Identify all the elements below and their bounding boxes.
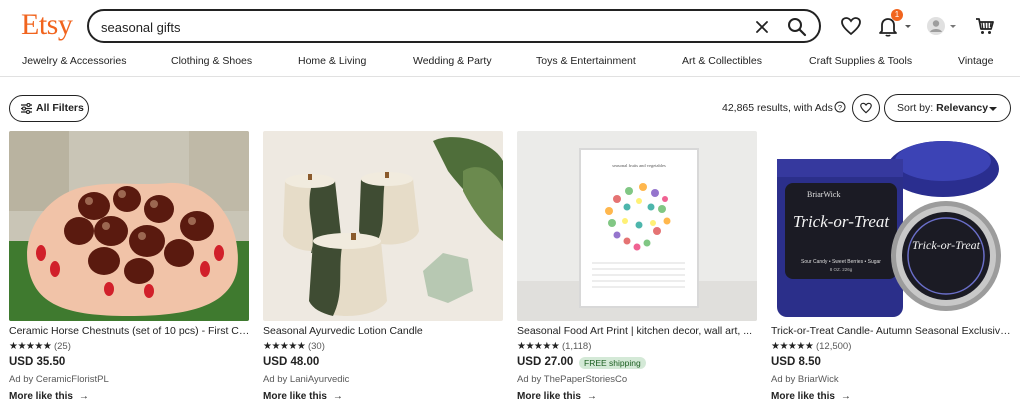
product-seller[interactable]: Ad by BriarWick (771, 374, 839, 385)
results-count: 42,865 results, with Ads (722, 102, 833, 114)
category-jewelry[interactable]: Jewelry & Accessories (22, 55, 126, 67)
all-filters-label: All Filters (36, 102, 84, 114)
product-rating: ★★★★★ (30) (263, 341, 325, 352)
product-title[interactable]: Trick-or-Treat Candle- Autumn Seasonal E… (771, 325, 1013, 337)
review-count: (12,500) (815, 341, 852, 352)
category-home[interactable]: Home & Living (298, 55, 366, 67)
arrow-right-icon: → (332, 391, 343, 402)
chevron-down-icon (905, 25, 911, 28)
candle-desc: Sour Candy • Sweet Berries • Sugar (801, 259, 881, 265)
more-like-this-link[interactable]: More like this → (771, 391, 851, 402)
heart-icon[interactable] (839, 14, 863, 38)
print-header: seasonal fruits and vegetables (612, 163, 666, 168)
tin-title: Trick-or-Treat (912, 238, 981, 252)
star-rating-icon: ★★★★★ (9, 341, 52, 352)
product-rating: ★★★★★ (12,500) (771, 341, 851, 352)
product-card[interactable]: Seasonal Ayurvedic Lotion Candle ★★★★★ (… (263, 131, 503, 413)
product-title[interactable]: Seasonal Ayurvedic Lotion Candle (263, 325, 505, 337)
star-rating-icon: ★★★★★ (517, 341, 560, 352)
arrow-right-icon: → (78, 391, 89, 402)
review-count: (1,118) (561, 341, 592, 352)
heart-icon (860, 102, 872, 114)
product-card[interactable]: BriarWick Trick-or-Treat Sour Candy • Sw… (771, 131, 1013, 413)
category-nav: Jewelry & Accessories Clothing & Shoes H… (0, 52, 1020, 74)
search-icon[interactable] (786, 16, 808, 38)
search-input[interactable] (101, 18, 701, 36)
header-divider (0, 76, 1020, 77)
product-image[interactable] (9, 131, 249, 321)
avatar-icon[interactable] (925, 15, 961, 39)
product-title[interactable]: Ceramic Horse Chestnuts (set of 10 pcs) … (9, 325, 251, 337)
sort-label: Sort by: Relevancy (897, 102, 989, 114)
category-art[interactable]: Art & Collectibles (682, 55, 762, 67)
product-seller[interactable]: Ad by LaniAyurvedic (263, 374, 349, 385)
arrow-right-icon: → (840, 391, 851, 402)
product-card[interactable]: Ceramic Horse Chestnuts (set of 10 pcs) … (9, 131, 251, 413)
more-like-this-link[interactable]: More like this → (9, 391, 89, 402)
category-wedding[interactable]: Wedding & Party (413, 55, 492, 67)
candle-title: Trick-or-Treat (793, 212, 891, 231)
info-icon[interactable]: ? (834, 101, 846, 113)
product-seller[interactable]: Ad by CeramicFloristPL (9, 374, 109, 385)
clear-icon[interactable] (752, 17, 772, 37)
more-like-this-link[interactable]: More like this → (263, 391, 343, 402)
product-rating: ★★★★★ (25) (9, 341, 71, 352)
product-price: USD 8.50 (771, 356, 821, 368)
etsy-logo[interactable]: Etsy (21, 8, 73, 42)
sort-value: Relevancy (936, 102, 989, 114)
svg-text:?: ? (838, 103, 842, 112)
more-like-this-link[interactable]: More like this → (517, 391, 597, 402)
product-image[interactable]: seasonal fruits and vegetables (517, 131, 757, 321)
star-rating-icon: ★★★★★ (771, 341, 814, 352)
product-seller[interactable]: Ad by ThePaperStoriesCo (517, 374, 627, 385)
caret-down-icon (989, 107, 997, 111)
review-count: (30) (307, 341, 325, 352)
review-count: (25) (53, 341, 71, 352)
product-card[interactable]: seasonal fruits and vegetables Seasonal … (517, 131, 757, 413)
product-price: USD 35.50 (9, 356, 66, 368)
category-toys[interactable]: Toys & Entertainment (536, 55, 636, 67)
header: Etsy 1 (0, 0, 1020, 50)
arrow-right-icon: → (586, 391, 597, 402)
category-craft[interactable]: Craft Supplies & Tools (809, 55, 912, 67)
save-search-button[interactable] (852, 94, 880, 122)
product-title[interactable]: Seasonal Food Art Print | kitchen decor,… (517, 325, 759, 337)
filter-icon (21, 103, 32, 114)
cart-icon[interactable] (973, 14, 997, 38)
candle-weight: 8 OZ. 226g (830, 267, 853, 272)
product-price: USD 48.00 (263, 356, 320, 368)
search-bar[interactable] (87, 9, 821, 43)
all-filters-button[interactable]: All Filters (9, 95, 89, 122)
product-rating: ★★★★★ (1,118) (517, 341, 591, 352)
star-rating-icon: ★★★★★ (263, 341, 306, 352)
candle-brand: BriarWick (807, 190, 840, 199)
notification-badge: 1 (891, 9, 903, 21)
category-vintage[interactable]: Vintage (958, 55, 993, 67)
product-image[interactable]: BriarWick Trick-or-Treat Sour Candy • Sw… (771, 131, 1011, 321)
sort-dropdown[interactable]: Sort by: Relevancy (884, 94, 1011, 122)
category-clothing[interactable]: Clothing & Shoes (171, 55, 252, 67)
product-image[interactable] (263, 131, 503, 321)
free-shipping-badge: FREE shipping (579, 357, 646, 369)
product-price: USD 27.00 (517, 356, 574, 368)
